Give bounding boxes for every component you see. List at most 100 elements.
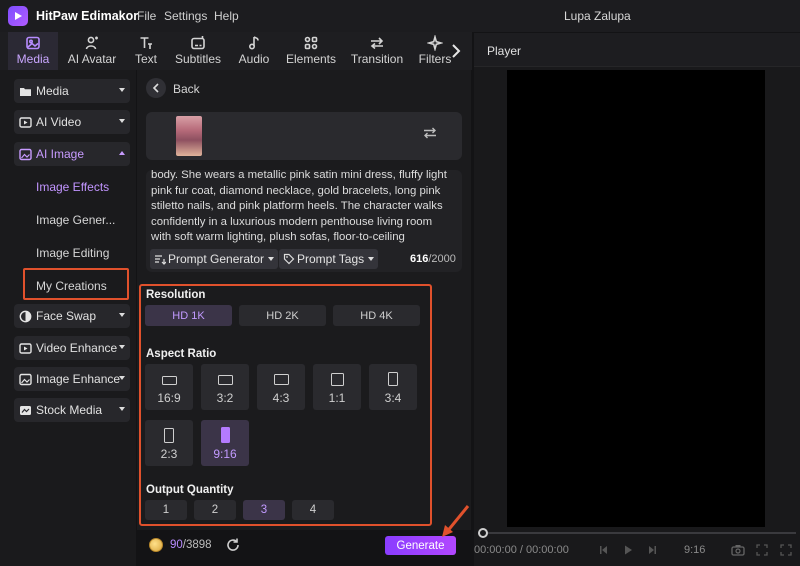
aspect-16-9[interactable]: 16:9 [145,364,193,410]
scrubber-handle[interactable] [478,528,488,538]
aspect-2-3[interactable]: 2:3 [145,420,193,466]
face-swap-icon [19,310,32,323]
fullscreen-icon[interactable] [780,544,792,559]
resolution-hd-1k[interactable]: HD 1K [145,305,232,326]
aspect-4-3[interactable]: 4:3 [257,364,305,410]
aspect-label: 1:1 [328,391,346,405]
skip-back-icon[interactable] [598,544,610,559]
elements-icon [304,36,318,50]
resolution-hd-2k[interactable]: HD 2K [239,305,326,326]
aspect-label: 9:16 [213,447,237,461]
sidebar-item-label: Video Enhance [36,341,118,355]
tab-audio[interactable]: Audio [232,32,276,70]
swap-icon[interactable] [422,126,438,143]
sidebar-item-ai-image[interactable]: AI Image [14,142,130,166]
chevron-down-icon [119,407,125,411]
tab-elements-label: Elements [285,52,337,66]
prompt-tags-button[interactable]: Prompt Tags [279,249,379,269]
tab-ai-avatar[interactable]: AI Avatar [62,32,122,70]
quantity-4[interactable]: 4 [292,500,334,520]
sidebar-sub-image-generator[interactable]: Image Gener... [36,213,115,227]
chevron-down-icon [119,345,125,349]
aspect-label: 4:3 [272,391,290,405]
tab-text[interactable]: Text [126,32,166,70]
tab-audio-label: Audio [238,52,270,66]
prompt-line: stiletto nails, and pink platform heels.… [151,200,443,213]
aspect-4-3-icon [273,374,289,385]
aspect-3-4-icon [388,372,398,386]
sidebar-item-face-swap[interactable]: Face Swap [14,304,130,328]
refresh-icon[interactable] [225,537,241,556]
sidebar-item-media[interactable]: Media [14,79,130,103]
aspect-1-1[interactable]: 1:1 [313,364,361,410]
playback-time: 00:00:00 / 00:00:00 [474,544,569,556]
tab-media[interactable]: Media [8,32,58,70]
reference-image-thumbnail[interactable] [176,116,202,156]
back-label[interactable]: Back [173,82,200,96]
prompt-text[interactable]: body. She wears a metallic pink satin mi… [151,168,451,246]
aspect-3-2-icon [217,375,233,385]
folder-icon [19,85,32,98]
skip-forward-icon[interactable] [646,544,658,559]
quantity-2[interactable]: 2 [194,500,236,520]
subtitles-icon [191,36,205,50]
credits-total: /3898 [182,539,212,551]
back-button[interactable] [146,78,166,98]
video-preview[interactable] [507,70,765,527]
app-logo-icon [8,6,28,26]
aspect-label: 3:2 [216,391,234,405]
player-aspect-ratio[interactable]: 9:16 [684,544,705,556]
chevron-left-icon [152,83,159,93]
aspect-9-16[interactable]: 9:16 [201,420,249,466]
quantity-1[interactable]: 1 [145,500,187,520]
snapshot-icon[interactable] [731,544,745,559]
my-creations-highlight [23,268,129,300]
sidebar-item-label: AI Image [36,147,85,161]
sidebar-item-label: Stock Media [36,403,103,417]
tab-elements[interactable]: Elements [282,32,340,70]
app-name: HitPaw Edimakor [36,9,139,23]
resolution-hd-4k[interactable]: HD 4K [333,305,420,326]
menu-file[interactable]: File [137,9,156,23]
aspect-1-1-icon [330,373,344,386]
sidebar-item-video-enhance[interactable]: Video Enhance [14,336,130,360]
toolbar-next-button[interactable] [448,38,464,64]
audio-icon [248,36,259,50]
sidebar-item-label: Image Enhance [36,372,121,386]
sidebar-item-ai-video[interactable]: AI Video [14,110,130,134]
timeline-scrubber[interactable] [478,532,796,534]
aspect-label: 16:9 [157,391,181,405]
menu-settings[interactable]: Settings [164,9,207,23]
prompt-generator-icon [155,255,166,265]
ai-avatar-icon [85,36,98,50]
tab-subtitles[interactable]: Subtitles [170,32,226,70]
prompt-generator-label: Prompt Generator [168,252,265,266]
resolution-title: Resolution [146,289,206,301]
sidebar-sub-image-effects[interactable]: Image Effects [36,180,109,194]
prompt-generator-button[interactable]: Prompt Generator [150,249,279,269]
sidebar-item-label: AI Video [36,115,82,129]
quantity-3[interactable]: 3 [243,500,285,520]
prompt-line: body. She wears a metallic pink satin mi… [151,169,447,181]
prompt-line: confidently in a luxurious modern pentho… [151,215,433,228]
play-icon[interactable] [622,544,634,559]
project-name: Lupa Zalupa [564,9,631,23]
media-icon [26,36,40,50]
sidebar-item-label: Media [36,84,69,98]
sidebar-item-image-enhance[interactable]: Image Enhance [14,367,130,391]
prompt-line: pink fur coat, diamond necklace, gold br… [151,184,441,197]
menu-help[interactable]: Help [214,9,239,23]
sidebar-sub-image-editing[interactable]: Image Editing [36,246,109,260]
ai-image-icon [19,148,32,161]
aspect-3-2[interactable]: 3:2 [201,364,249,410]
tab-text-label: Text [134,52,157,66]
stock-media-icon [19,404,32,417]
credits-display: 90/3898 [170,539,212,551]
sidebar-item-stock-media[interactable]: Stock Media [14,398,130,422]
tab-transition-label: Transition [350,52,404,66]
tab-transition[interactable]: Transition [348,32,406,70]
prompt-line: with soft warm lighting, plush sofas, fl… [151,231,405,244]
video-enhance-icon [19,342,32,355]
aspect-3-4[interactable]: 3:4 [369,364,417,410]
fit-screen-icon[interactable] [756,544,768,559]
